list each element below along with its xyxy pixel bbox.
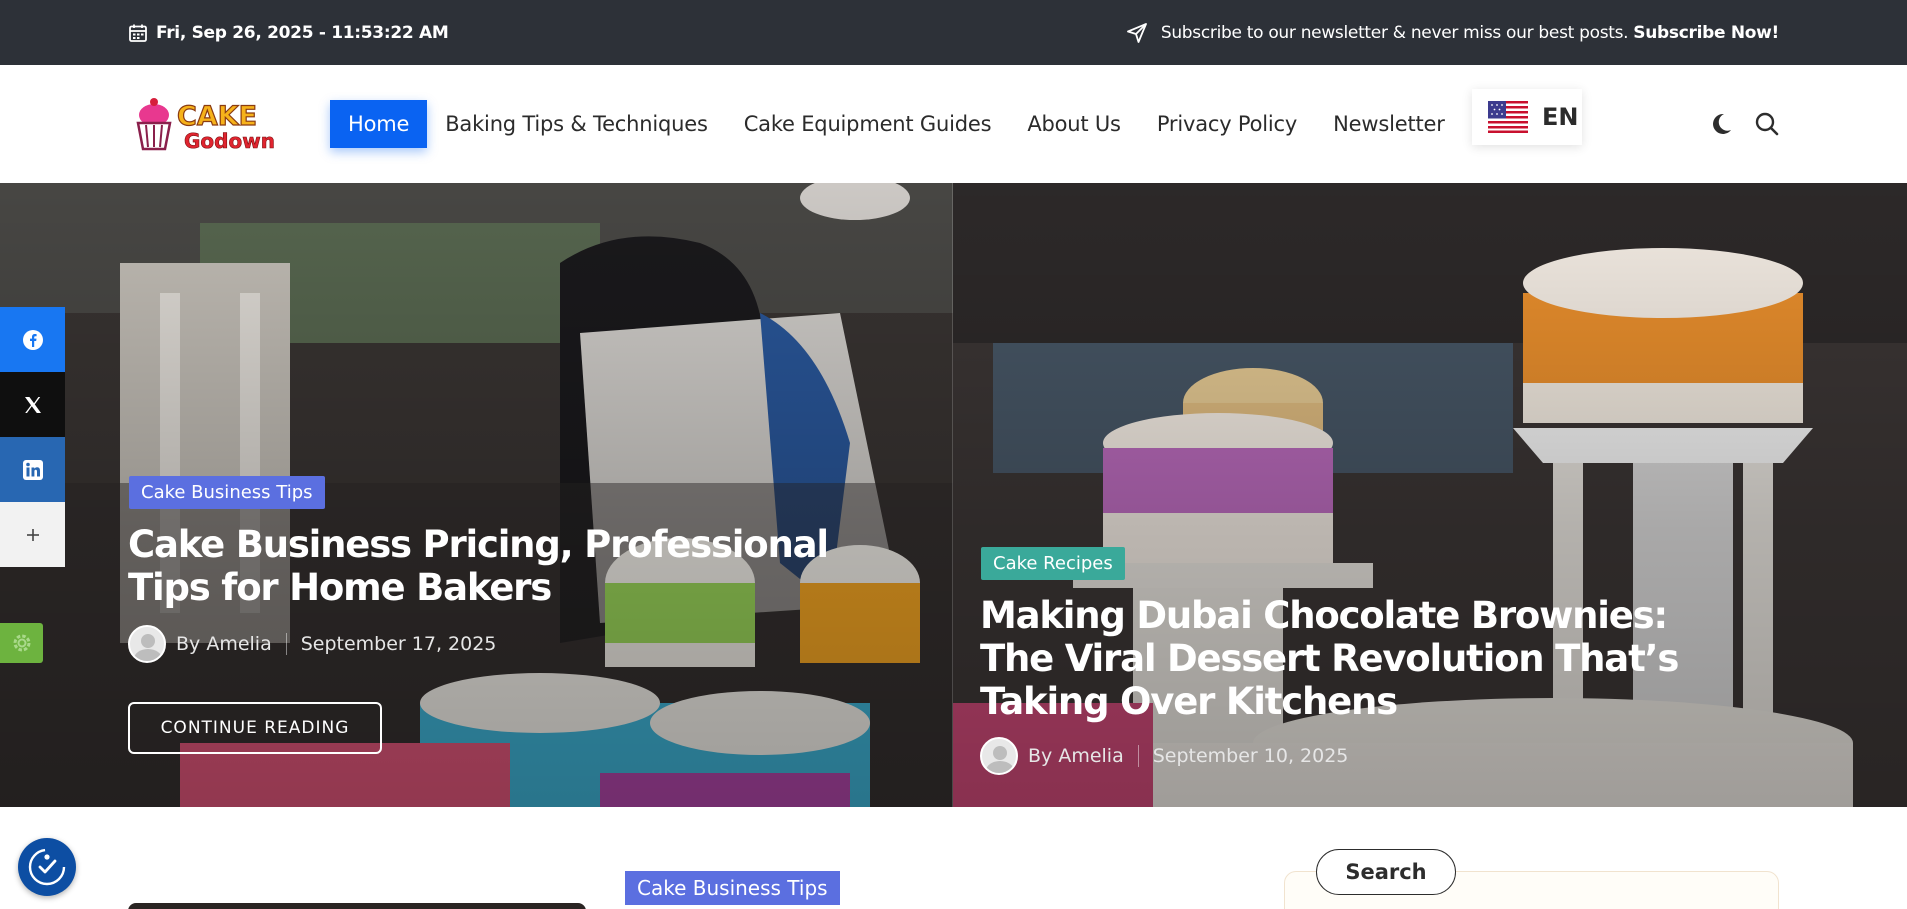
nav-item-baking-tips[interactable]: Baking Tips & Techniques [427, 100, 725, 148]
site-header: CAKE Godown Home Baking Tips & Technique… [0, 65, 1907, 183]
date-time-text: Fri, Sep 26, 2025 - 11:53:22 AM [156, 22, 449, 43]
x-icon [24, 396, 41, 413]
nav-item-newsletter[interactable]: Newsletter [1315, 100, 1463, 148]
post-meta-slide-1: By Amelia September 17, 2025 [128, 625, 496, 663]
hero-slide-1[interactable]: Cake Business Tips Cake Business Pricing… [0, 183, 953, 807]
hero-title-slide-2[interactable]: Making Dubai Chocolate Brownies: The Vir… [980, 594, 1700, 723]
category-badge-post[interactable]: Cake Business Tips [625, 871, 840, 905]
accessibility-button[interactable] [18, 838, 76, 896]
widget-title-search: Search [1316, 849, 1456, 895]
logo-text-cake: CAKE [177, 101, 257, 132]
nav-item-about[interactable]: About Us [1009, 100, 1138, 148]
subscribe-now-link[interactable]: Subscribe Now! [1633, 23, 1779, 43]
nav-item-equipment-guides[interactable]: Cake Equipment Guides [726, 100, 1010, 148]
post-date: September 17, 2025 [300, 633, 497, 655]
newsletter-text: Subscribe to our newsletter & never miss… [1160, 22, 1629, 43]
facebook-icon [22, 329, 43, 350]
linkedin-icon [22, 459, 43, 480]
us-flag-icon [1488, 101, 1528, 133]
nav-item-home[interactable]: Home [330, 100, 428, 148]
site-logo[interactable]: CAKE Godown [130, 93, 285, 157]
language-switcher[interactable]: EN [1472, 89, 1582, 145]
hero-slide-2[interactable]: Cake Recipes Making Dubai Chocolate Brow… [953, 183, 1907, 807]
author-avatar [980, 737, 1018, 775]
share-facebook-button[interactable] [0, 307, 65, 372]
post-card-thumbnail[interactable] [128, 903, 586, 909]
author-name[interactable]: By Amelia [176, 633, 272, 655]
share-x-button[interactable] [0, 372, 65, 437]
author-name[interactable]: By Amelia [1028, 745, 1124, 767]
post-meta-slide-2: By Amelia September 10, 2025 [980, 737, 1348, 775]
continue-reading-button[interactable]: CONTINUE READING [128, 702, 382, 754]
search-icon[interactable] [1753, 110, 1781, 138]
hero-slider: Cake Business Tips Cake Business Pricing… [0, 183, 1907, 807]
newsletter-promo: Subscribe to our newsletter & never miss… [1125, 0, 1779, 65]
top-bar: Fri, Sep 26, 2025 - 11:53:22 AM Subscrib… [0, 0, 1907, 65]
gear-icon [13, 634, 30, 652]
accessibility-icon [28, 848, 66, 886]
paper-plane-icon [1126, 22, 1147, 43]
meta-divider [1137, 745, 1139, 767]
share-linkedin-button[interactable] [0, 437, 65, 502]
share-more-button[interactable] [0, 502, 65, 567]
settings-toggle-button[interactable] [0, 623, 43, 663]
plus-icon [26, 528, 39, 541]
main-nav: Home Baking Tips & Techniques Cake Equip… [330, 100, 1463, 148]
social-share-bar [0, 307, 65, 567]
category-badge-slide-2[interactable]: Cake Recipes [981, 547, 1125, 580]
hero-title-slide-1[interactable]: Cake Business Pricing, Professional Tips… [128, 523, 829, 609]
nav-item-privacy[interactable]: Privacy Policy [1139, 100, 1315, 148]
meta-divider [285, 633, 287, 655]
language-code: EN [1542, 103, 1579, 131]
slide-divider [952, 183, 953, 807]
post-date: September 10, 2025 [1152, 745, 1349, 767]
category-badge-slide-1[interactable]: Cake Business Tips [129, 476, 325, 509]
logo-text-godown: Godown [184, 129, 275, 153]
author-avatar [128, 625, 166, 663]
date-time: Fri, Sep 26, 2025 - 11:53:22 AM [128, 0, 449, 65]
dark-mode-moon-icon[interactable] [1707, 110, 1735, 138]
calendar-icon [129, 24, 147, 42]
